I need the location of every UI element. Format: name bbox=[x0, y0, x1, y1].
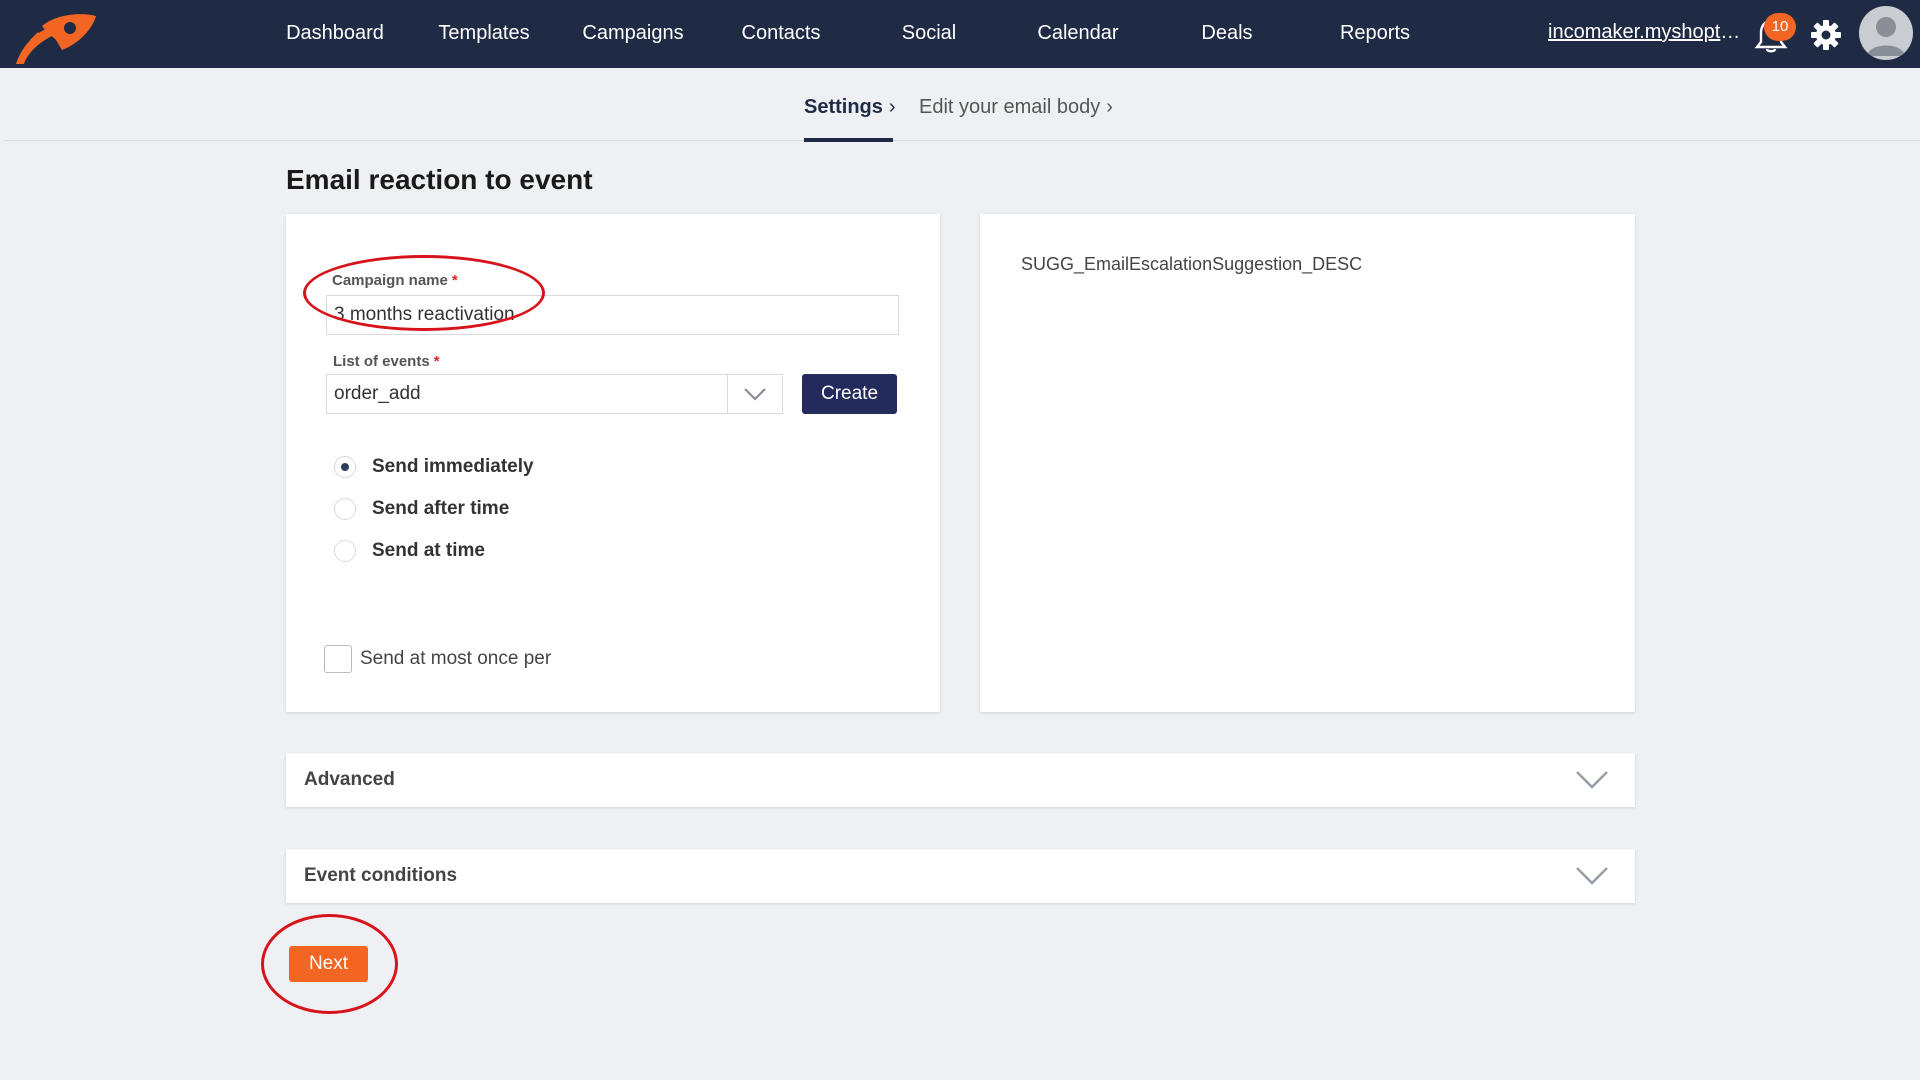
advanced-section-title: Advanced bbox=[304, 769, 395, 790]
nav-social[interactable]: Social bbox=[878, 0, 980, 68]
send-once-checkbox[interactable] bbox=[324, 645, 352, 673]
top-navigation-bar: Dashboard Templates Campaigns Contacts S… bbox=[0, 0, 1920, 68]
nav-templates[interactable]: Templates bbox=[426, 0, 542, 68]
shop-account-link[interactable]: incomaker.myshopte... bbox=[1548, 0, 1748, 64]
event-conditions-section[interactable]: Event conditions bbox=[286, 849, 1635, 903]
radio-button-checked[interactable] bbox=[334, 456, 356, 478]
required-marker: * bbox=[433, 353, 440, 370]
radio-button[interactable] bbox=[334, 540, 356, 562]
gear-icon[interactable] bbox=[1810, 19, 1842, 51]
active-step-indicator bbox=[804, 138, 893, 142]
campaign-name-label-text: Campaign name bbox=[332, 272, 448, 289]
chevron-down-icon bbox=[1576, 771, 1608, 789]
chevron-down-icon bbox=[744, 388, 766, 401]
chevron-down-icon bbox=[1576, 867, 1608, 885]
suggestion-card: SUGG_EmailEscalationSuggestion_DESC bbox=[980, 214, 1635, 712]
create-event-button[interactable]: Create bbox=[802, 374, 897, 414]
campaign-settings-card: Campaign name * 3 months reactivation Lis… bbox=[286, 214, 940, 712]
nav-reports[interactable]: Reports bbox=[1322, 0, 1428, 68]
rocket-logo-icon[interactable] bbox=[12, 10, 98, 66]
nav-deals[interactable]: Deals bbox=[1178, 0, 1276, 68]
page-title: Email reaction to event bbox=[286, 164, 593, 195]
user-avatar-icon[interactable] bbox=[1859, 6, 1913, 60]
event-conditions-section-title: Event conditions bbox=[304, 865, 458, 886]
nav-campaigns[interactable]: Campaigns bbox=[570, 0, 696, 68]
next-button[interactable]: Next bbox=[289, 946, 368, 982]
suggestion-text: SUGG_EmailEscalationSuggestion_DESC bbox=[1021, 254, 1363, 274]
events-list-label: List of events * bbox=[333, 353, 440, 370]
events-list-label-text: List of events bbox=[333, 353, 430, 370]
step-email-body-label: Edit your email body bbox=[919, 96, 1101, 118]
chevron-right-icon: › bbox=[1106, 96, 1113, 118]
radio-label: Send after time bbox=[372, 498, 510, 519]
radio-label: Send at time bbox=[372, 540, 485, 561]
events-select[interactable]: order_add bbox=[326, 374, 783, 414]
nav-contacts[interactable]: Contacts bbox=[728, 0, 834, 68]
step-settings[interactable]: Settings › bbox=[804, 96, 896, 119]
notification-badge: 10 bbox=[1764, 13, 1796, 41]
nav-dashboard[interactable]: Dashboard bbox=[274, 0, 396, 68]
radio-label: Send immediately bbox=[372, 456, 534, 477]
send-once-label: Send at most once per bbox=[360, 648, 552, 669]
select-divider bbox=[727, 375, 728, 413]
radio-button[interactable] bbox=[334, 498, 356, 520]
campaign-name-input[interactable]: 3 months reactivation bbox=[326, 295, 899, 335]
nav-calendar[interactable]: Calendar bbox=[1024, 0, 1132, 68]
step-settings-label: Settings bbox=[804, 96, 883, 118]
campaign-name-label: Campaign name * bbox=[332, 272, 458, 289]
wizard-steps-bar: Settings › Edit your email body › bbox=[4, 68, 1920, 141]
events-select-value: order_add bbox=[334, 383, 421, 404]
advanced-section[interactable]: Advanced bbox=[286, 753, 1635, 807]
required-marker: * bbox=[451, 272, 458, 289]
chevron-right-icon: › bbox=[888, 96, 896, 118]
step-edit-email-body[interactable]: Edit your email body › bbox=[919, 96, 1113, 119]
